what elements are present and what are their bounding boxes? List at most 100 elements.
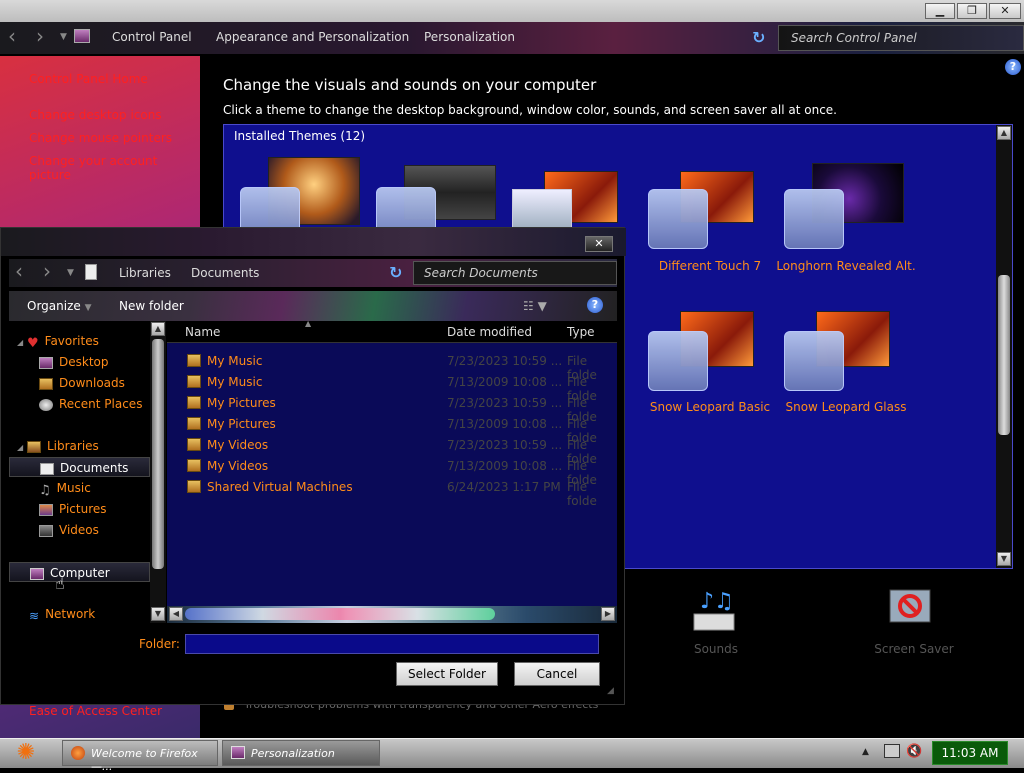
tree-item-network[interactable]: ≋ Network: [9, 604, 150, 624]
file-date: 7/13/2009 10:08 ...: [447, 417, 563, 431]
column-name[interactable]: Name: [185, 325, 220, 339]
back-arrow-icon[interactable]: ‹: [8, 24, 16, 48]
scroll-thumb[interactable]: [998, 275, 1010, 435]
expand-icon[interactable]: ◢: [17, 338, 23, 347]
tree-item-documents[interactable]: Documents: [9, 457, 150, 477]
screen-saver-label[interactable]: Screen Saver: [854, 642, 974, 656]
view-options-icon[interactable]: ☷ ▼: [523, 299, 547, 313]
tree-item-videos[interactable]: Videos: [9, 520, 150, 540]
network-tray-icon[interactable]: [884, 744, 900, 758]
help-icon[interactable]: ?: [587, 297, 603, 313]
scroll-up-icon[interactable]: ▲: [151, 322, 165, 336]
forward-arrow-icon[interactable]: ›: [43, 259, 51, 283]
resize-grip-icon[interactable]: ◢: [607, 686, 614, 696]
mouse-pointer-icon: ☝: [55, 574, 65, 593]
tree-scrollbar[interactable]: ▲ ▼: [150, 321, 166, 623]
dialog-close-button[interactable]: ✕: [585, 236, 613, 252]
sidebar-link-control-panel-home[interactable]: Control Panel Home: [29, 72, 148, 86]
organize-button[interactable]: Organize ▼: [27, 299, 92, 313]
taskbar-item-personalization[interactable]: Personalization: [222, 740, 380, 766]
cancel-button[interactable]: Cancel: [514, 662, 600, 686]
tree-item-downloads[interactable]: Downloads: [9, 373, 150, 393]
file-row[interactable]: My Pictures 7/13/2009 10:08 ... File folde: [167, 414, 617, 445]
theme-item-longhorn[interactable]: [784, 163, 909, 249]
themes-scrollbar[interactable]: ▲ ▼: [996, 125, 1012, 568]
scroll-down-icon[interactable]: ▼: [997, 552, 1011, 566]
recent-pages-icon[interactable]: ▼: [67, 268, 74, 278]
show-hidden-icons-icon[interactable]: ▲: [862, 747, 869, 757]
tree-label: Favorites: [44, 334, 99, 348]
tree-item-favorites[interactable]: ◢ ♥ Favorites: [9, 331, 150, 351]
search-input[interactable]: Search Control Panel: [778, 25, 1024, 51]
breadcrumb-documents[interactable]: Documents: [191, 266, 259, 280]
sounds-label[interactable]: Sounds: [656, 642, 776, 656]
theme-item-snow-leopard-glass[interactable]: [784, 311, 909, 391]
breadcrumb-control-panel[interactable]: Control Panel: [112, 30, 192, 44]
tree-item-computer[interactable]: Computer: [9, 562, 150, 582]
sidebar-link-ease-of-access[interactable]: Ease of Access Center: [29, 704, 162, 718]
organize-label: Organize: [27, 299, 81, 313]
file-row[interactable]: My Music 7/13/2009 10:08 ... File folde: [167, 372, 617, 403]
tree-item-desktop[interactable]: Desktop: [9, 352, 150, 372]
recent-places-icon: [39, 398, 53, 411]
file-row[interactable]: My Music 7/23/2023 10:59 ... File folde: [167, 351, 617, 382]
sidebar-link-desktop-icons[interactable]: Change desktop icons: [29, 108, 162, 122]
select-folder-button[interactable]: Select Folder: [396, 662, 498, 686]
sidebar-link-mouse-pointers[interactable]: Change mouse pointers: [29, 131, 172, 145]
scroll-left-icon[interactable]: ◀: [169, 607, 183, 621]
file-row[interactable]: My Videos 7/13/2009 10:08 ... File folde: [167, 456, 617, 487]
tree-item-libraries[interactable]: ◢ Libraries: [9, 436, 150, 456]
folder-input[interactable]: [185, 634, 599, 654]
theme-label-snow-leopard-glass[interactable]: Snow Leopard Glass: [776, 400, 916, 414]
theme-overlay-icon: [784, 189, 844, 249]
file-list: Name ▲ Date modified Type My Music 7/23/2…: [167, 319, 617, 606]
start-button[interactable]: ✺: [6, 741, 46, 767]
file-row[interactable]: My Pictures 7/23/2023 10:59 ... File folde: [167, 393, 617, 424]
file-name: My Pictures: [207, 396, 276, 410]
column-date-modified[interactable]: Date modified: [447, 325, 532, 339]
minimize-button[interactable]: ▁: [925, 3, 955, 19]
column-type[interactable]: Type: [567, 325, 595, 339]
breadcrumb-appearance[interactable]: Appearance and Personalization: [216, 30, 409, 44]
taskbar-item-firefox[interactable]: Welcome to Firefox —...: [62, 740, 218, 773]
theme-item[interactable]: [512, 171, 637, 233]
file-row[interactable]: Shared Virtual Machines 6/24/2023 1:17 PM…: [167, 477, 617, 508]
horizontal-scrollbar[interactable]: ◀ ▶: [167, 606, 617, 623]
close-button[interactable]: ✕: [989, 3, 1021, 19]
help-icon[interactable]: ?: [1005, 59, 1021, 75]
theme-item-different-touch-7[interactable]: [648, 171, 773, 251]
breadcrumb-libraries[interactable]: Libraries: [119, 266, 171, 280]
sidebar-link-account-picture[interactable]: Change your account picture: [29, 154, 200, 182]
tree-item-music[interactable]: ♫ Music: [9, 478, 150, 498]
file-row[interactable]: My Videos 7/23/2023 10:59 ... File folde: [167, 435, 617, 466]
restore-button[interactable]: ❐: [957, 3, 987, 19]
scroll-thumb[interactable]: [152, 339, 164, 569]
theme-item[interactable]: [376, 165, 501, 247]
tree-item-pictures[interactable]: Pictures: [9, 499, 150, 519]
expand-icon[interactable]: ◢: [17, 443, 23, 452]
recent-pages-icon[interactable]: ▼: [60, 32, 67, 42]
scroll-thumb[interactable]: [185, 608, 495, 620]
tree-item-recent-places[interactable]: Recent Places: [9, 394, 150, 414]
libraries-icon: [26, 440, 41, 453]
no-screensaver-icon[interactable]: [886, 588, 938, 636]
new-folder-button[interactable]: New folder: [119, 299, 184, 313]
theme-item[interactable]: [240, 157, 365, 247]
clock[interactable]: 11:03 AM: [932, 741, 1008, 765]
breadcrumb-personalization[interactable]: Personalization: [424, 30, 515, 44]
back-arrow-icon[interactable]: ‹: [15, 259, 23, 283]
search-input[interactable]: Search Documents: [413, 261, 617, 285]
scroll-down-icon[interactable]: ▼: [151, 607, 165, 621]
theme-label-snow-leopard-basic[interactable]: Snow Leopard Basic: [640, 400, 780, 414]
theme-item-snow-leopard-basic[interactable]: [648, 311, 773, 391]
forward-arrow-icon[interactable]: ›: [36, 24, 44, 48]
refresh-icon[interactable]: ↻: [389, 263, 402, 282]
scroll-right-icon[interactable]: ▶: [601, 607, 615, 621]
theme-label-different-touch-7[interactable]: Different Touch 7: [640, 259, 780, 273]
theme-label-longhorn[interactable]: Longhorn Revealed Alt.: [776, 259, 916, 273]
scroll-up-icon[interactable]: ▲: [997, 126, 1011, 140]
refresh-icon[interactable]: ↻: [752, 28, 765, 47]
volume-muted-icon[interactable]: 🔇: [906, 744, 922, 759]
file-name: My Pictures: [207, 417, 276, 431]
music-notes-icon[interactable]: ♪♫: [690, 589, 742, 634]
